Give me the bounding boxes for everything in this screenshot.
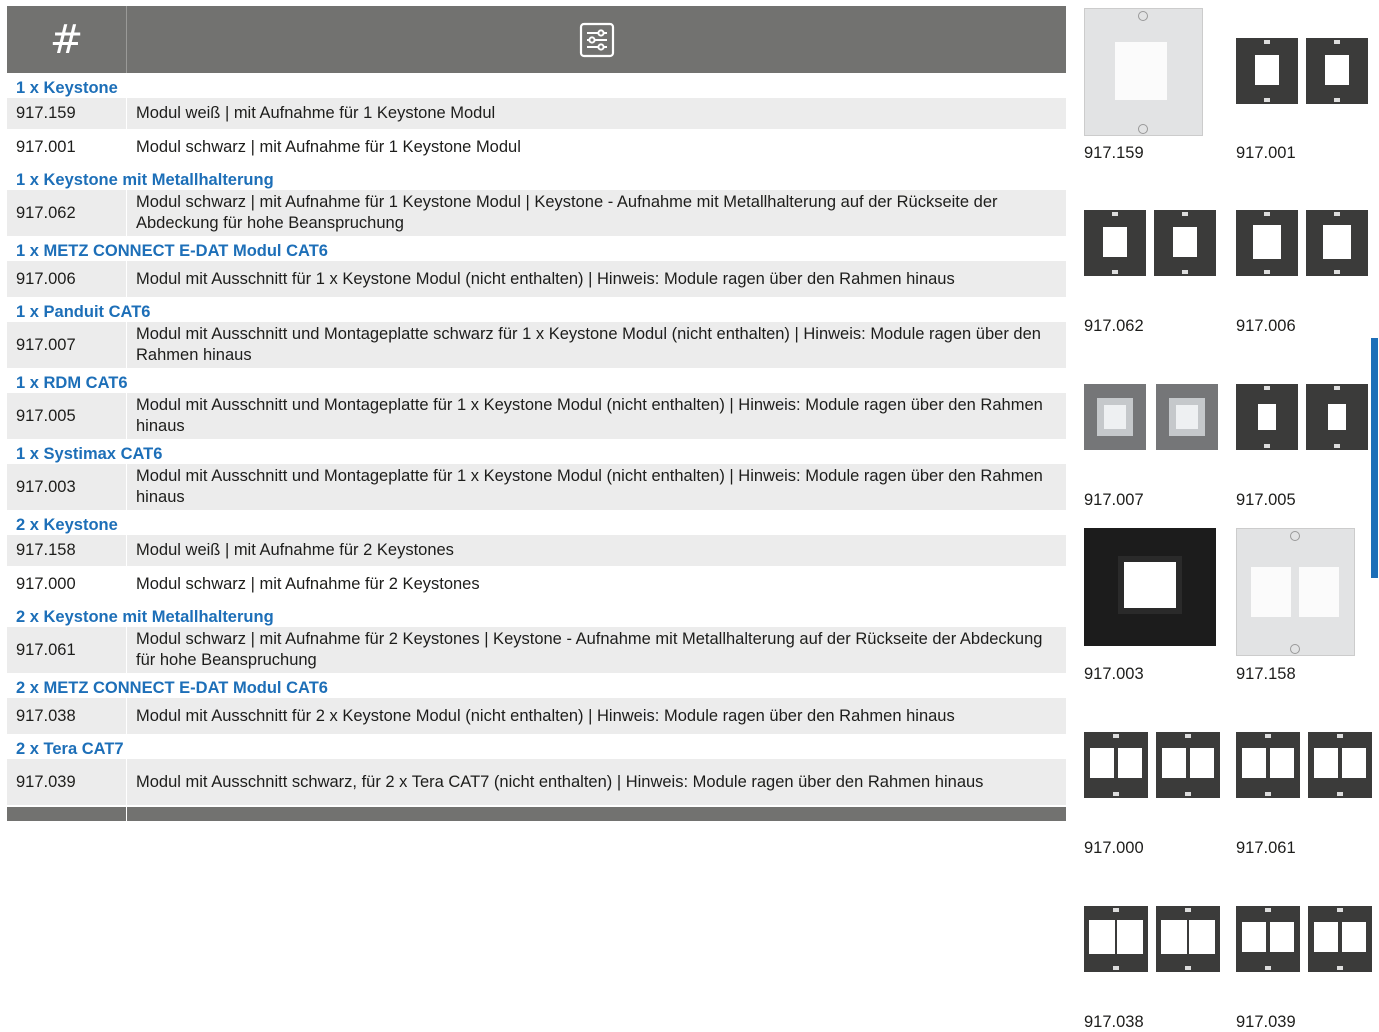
gallery-item[interactable]: 917.005 xyxy=(1236,354,1376,509)
article-description: Modul mit Ausschnitt und Montageplatte f… xyxy=(136,396,1043,435)
product-caption: 917.038 xyxy=(1084,1013,1144,1031)
table-footer xyxy=(7,807,1066,821)
table-row[interactable]: 917.007 Modul mit Ausschnitt und Montagep… xyxy=(7,322,1066,368)
gallery-item[interactable]: 917.001 xyxy=(1236,8,1376,162)
product-image xyxy=(1236,8,1370,125)
gallery-item[interactable]: 917.062 xyxy=(1084,180,1224,335)
gallery-item[interactable]: 917.158 xyxy=(1236,528,1376,683)
filter-settings-icon[interactable] xyxy=(579,22,615,58)
article-description: Modul schwarz | mit Aufnahme für 1 Keyst… xyxy=(136,193,998,232)
article-description: Modul mit Ausschnitt für 2 x Keystone Mo… xyxy=(136,706,955,725)
table-row[interactable]: 917.159 Modul weiß | mit Aufnahme für 1 K… xyxy=(7,98,1066,129)
article-description: Modul schwarz | mit Aufnahme für 1 Keyst… xyxy=(136,137,521,156)
gallery-item[interactable]: 917.061 xyxy=(1236,702,1376,857)
product-caption: 917.039 xyxy=(1236,1013,1296,1031)
table-row[interactable]: 917.006 Modul mit Ausschnitt für 1 x Keys… xyxy=(7,261,1066,297)
article-description: Modul schwarz | mit Aufnahme für 2 Keyst… xyxy=(136,574,480,593)
product-caption: 917.005 xyxy=(1236,491,1296,509)
product-table: # 1 x Keystone 917.159 Modul weiß | mit Au… xyxy=(7,6,1066,821)
footer-cell-description xyxy=(127,807,1066,821)
article-description: Modul schwarz | mit Aufnahme für 2 Keyst… xyxy=(136,630,1043,669)
gallery-item[interactable]: 917.000 xyxy=(1084,702,1224,857)
gallery-item[interactable]: 917.159 xyxy=(1084,8,1224,162)
gallery-item[interactable]: 917.007 xyxy=(1084,354,1224,509)
product-image xyxy=(1084,702,1220,819)
gallery-item[interactable]: 917.006 xyxy=(1236,180,1376,335)
table-row[interactable]: 917.039 Modul mit Ausschnitt schwarz, für… xyxy=(7,759,1066,805)
table-row[interactable]: 917.001 Modul schwarz | mit Aufnahme für … xyxy=(7,129,1066,165)
product-image xyxy=(1236,876,1372,993)
footer-cell-number xyxy=(7,807,127,821)
product-image xyxy=(1236,702,1372,819)
article-number: 917.003 xyxy=(7,464,127,510)
product-image xyxy=(1084,180,1218,297)
product-caption: 917.001 xyxy=(1236,144,1296,162)
product-image xyxy=(1084,8,1218,136)
article-number: 917.001 xyxy=(7,129,127,165)
product-caption: 917.061 xyxy=(1236,839,1296,857)
table-row[interactable]: 917.000 Modul schwarz | mit Aufnahme für … xyxy=(7,566,1066,602)
article-number: 917.007 xyxy=(7,322,127,368)
table-row[interactable]: 917.061 Modul schwarz | mit Aufnahme für … xyxy=(7,627,1066,673)
product-caption: 917.159 xyxy=(1084,144,1144,162)
article-description: Modul weiß | mit Aufnahme für 2 Keystone… xyxy=(136,541,454,559)
product-image-gallery: 917.159 917.001 917.062 917.006 917.007 917.0… xyxy=(1084,0,1379,1031)
article-number: 917.158 xyxy=(7,535,127,566)
gallery-item[interactable]: 917.038 xyxy=(1084,876,1224,1031)
product-caption: 917.007 xyxy=(1084,491,1144,509)
table-row[interactable]: 917.158 Modul weiß | mit Aufnahme für 2 K… xyxy=(7,535,1066,566)
product-caption: 917.000 xyxy=(1084,839,1144,857)
product-image xyxy=(1236,528,1370,656)
product-caption: 917.006 xyxy=(1236,317,1296,335)
article-number: 917.039 xyxy=(7,759,127,805)
product-image xyxy=(1236,354,1370,471)
header-filter-column xyxy=(127,6,1066,73)
scrollbar[interactable] xyxy=(1371,338,1378,578)
article-description: Modul mit Ausschnitt und Montageplatte s… xyxy=(136,325,1041,364)
article-number: 917.159 xyxy=(7,98,127,129)
product-caption: 917.003 xyxy=(1084,665,1144,683)
gallery-item[interactable]: 917.003 xyxy=(1084,528,1224,683)
product-caption: 917.062 xyxy=(1084,317,1144,335)
table-row[interactable]: 917.003 Modul mit Ausschnitt und Montagep… xyxy=(7,464,1066,510)
article-description: Modul mit Ausschnitt für 1 x Keystone Mo… xyxy=(136,269,955,288)
article-description: Modul weiß | mit Aufnahme für 1 Keystone… xyxy=(136,104,496,122)
article-description: Modul mit Ausschnitt und Montageplatte f… xyxy=(136,467,1043,506)
table-body: 1 x Keystone 917.159 Modul weiß | mit Aufn… xyxy=(7,73,1066,805)
article-number: 917.061 xyxy=(7,627,127,673)
article-description: Modul mit Ausschnitt schwarz, für 2 x Te… xyxy=(136,772,984,791)
header-number-column: # xyxy=(7,6,127,73)
article-number: 917.038 xyxy=(7,698,127,734)
article-number: 917.000 xyxy=(7,566,127,602)
table-row[interactable]: 917.005 Modul mit Ausschnitt und Montagep… xyxy=(7,393,1066,439)
product-image xyxy=(1236,180,1370,297)
article-number: 917.062 xyxy=(7,190,127,236)
gallery-item[interactable]: 917.039 xyxy=(1236,876,1376,1031)
product-image xyxy=(1084,876,1220,993)
group-heading: 2 x Tera CAT7 xyxy=(16,740,124,758)
article-number: 917.005 xyxy=(7,393,127,439)
table-row[interactable]: 917.038 Modul mit Ausschnitt für 2 x Keys… xyxy=(7,698,1066,734)
group-heading: 1 x Keystone xyxy=(16,79,118,97)
table-row[interactable]: 917.062 Modul schwarz | mit Aufnahme für … xyxy=(7,190,1066,236)
table-header: # xyxy=(7,6,1066,73)
product-image xyxy=(1084,354,1218,471)
product-caption: 917.158 xyxy=(1236,665,1296,683)
article-number: 917.006 xyxy=(7,261,127,297)
product-image xyxy=(1084,528,1218,646)
